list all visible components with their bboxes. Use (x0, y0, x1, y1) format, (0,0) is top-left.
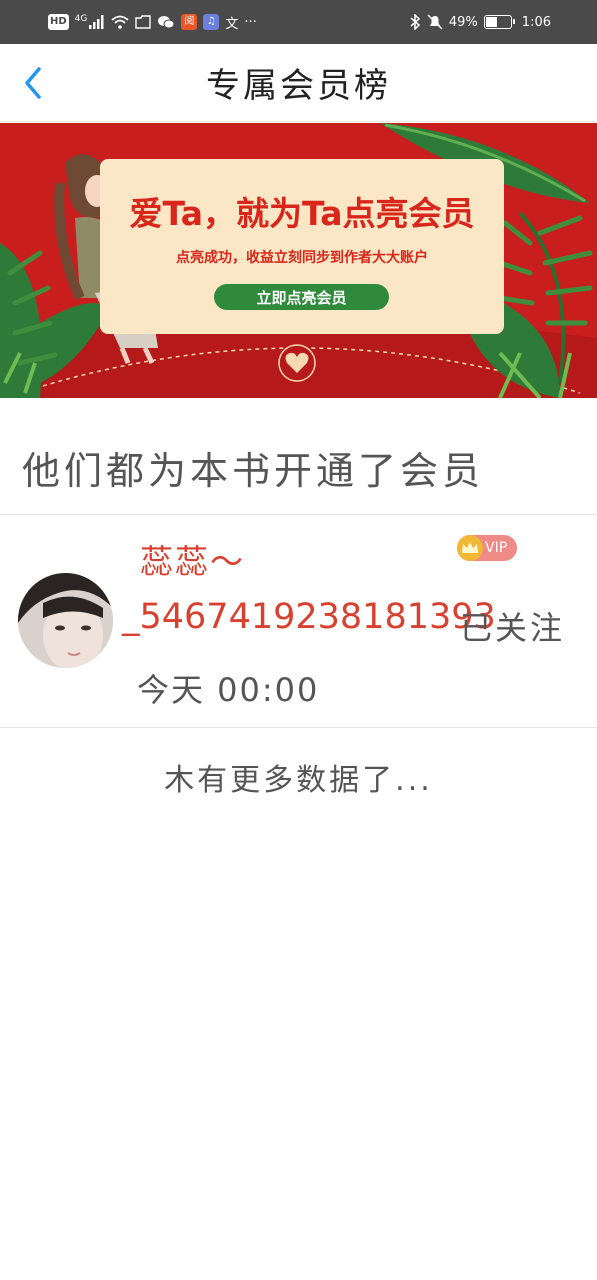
battery-percent: 49% (448, 14, 478, 30)
no-more-data-text: 木有更多数据了... (164, 763, 433, 798)
clock: 1:06 (521, 14, 551, 30)
avatar-image (18, 573, 113, 668)
bluetooth-icon (410, 14, 420, 30)
wechat-icon (158, 16, 175, 29)
network-type: 4G (74, 14, 88, 24)
folder-icon (135, 15, 152, 29)
status-bar: HD 4G 阅 ♫ 文 ··· 49% 1:06 (0, 0, 597, 44)
member-id: _5467419238181393 (122, 597, 496, 637)
hd-icon: HD (48, 14, 69, 30)
divider (0, 727, 597, 728)
back-button[interactable] (14, 64, 52, 102)
reader-app-icon: 阅 (181, 14, 198, 30)
banner-subtitle: 点亮成功，收益立刻同步到作者大大账户 (176, 250, 428, 266)
vip-badge: VIP (457, 535, 517, 561)
signal-icon (89, 15, 104, 29)
more-notifications-icon: ··· (244, 14, 257, 30)
member-name[interactable]: 蕊蕊～ (140, 535, 245, 583)
follow-status[interactable]: 已关注 (460, 603, 565, 649)
banner-headline: 爱Ta，就为Ta点亮会员 (129, 194, 475, 233)
member-time: 今天 00:00 (137, 671, 320, 709)
list-item[interactable]: 蕊蕊～ VIP _5467419238181393 已关注 今天 00:00 (0, 515, 597, 727)
chevron-left-icon (25, 67, 41, 99)
promo-banner[interactable]: 爱Ta，就为Ta点亮会员 点亮成功，收益立刻同步到作者大大账户 立即点亮会员 (0, 123, 597, 398)
input-method-icon: 文 (225, 16, 239, 32)
music-app-icon: ♫ (203, 14, 220, 30)
section-title: 他们都为本书开通了会员 (22, 449, 485, 493)
avatar[interactable] (18, 573, 113, 668)
wifi-icon (111, 15, 129, 29)
battery-icon (483, 15, 515, 29)
app-header: 专属会员榜 (0, 44, 597, 122)
status-bar-left: HD 4G 阅 ♫ 文 ··· (48, 13, 257, 32)
crown-icon (457, 535, 483, 561)
light-up-membership-button[interactable]: 立即点亮会员 (214, 284, 389, 310)
mute-bell-icon (427, 14, 443, 30)
status-bar-right: 49% 1:06 (409, 14, 551, 30)
page-title: 专属会员榜 (206, 66, 391, 106)
battery-fill (485, 17, 497, 27)
vip-label: VIP (485, 540, 508, 556)
